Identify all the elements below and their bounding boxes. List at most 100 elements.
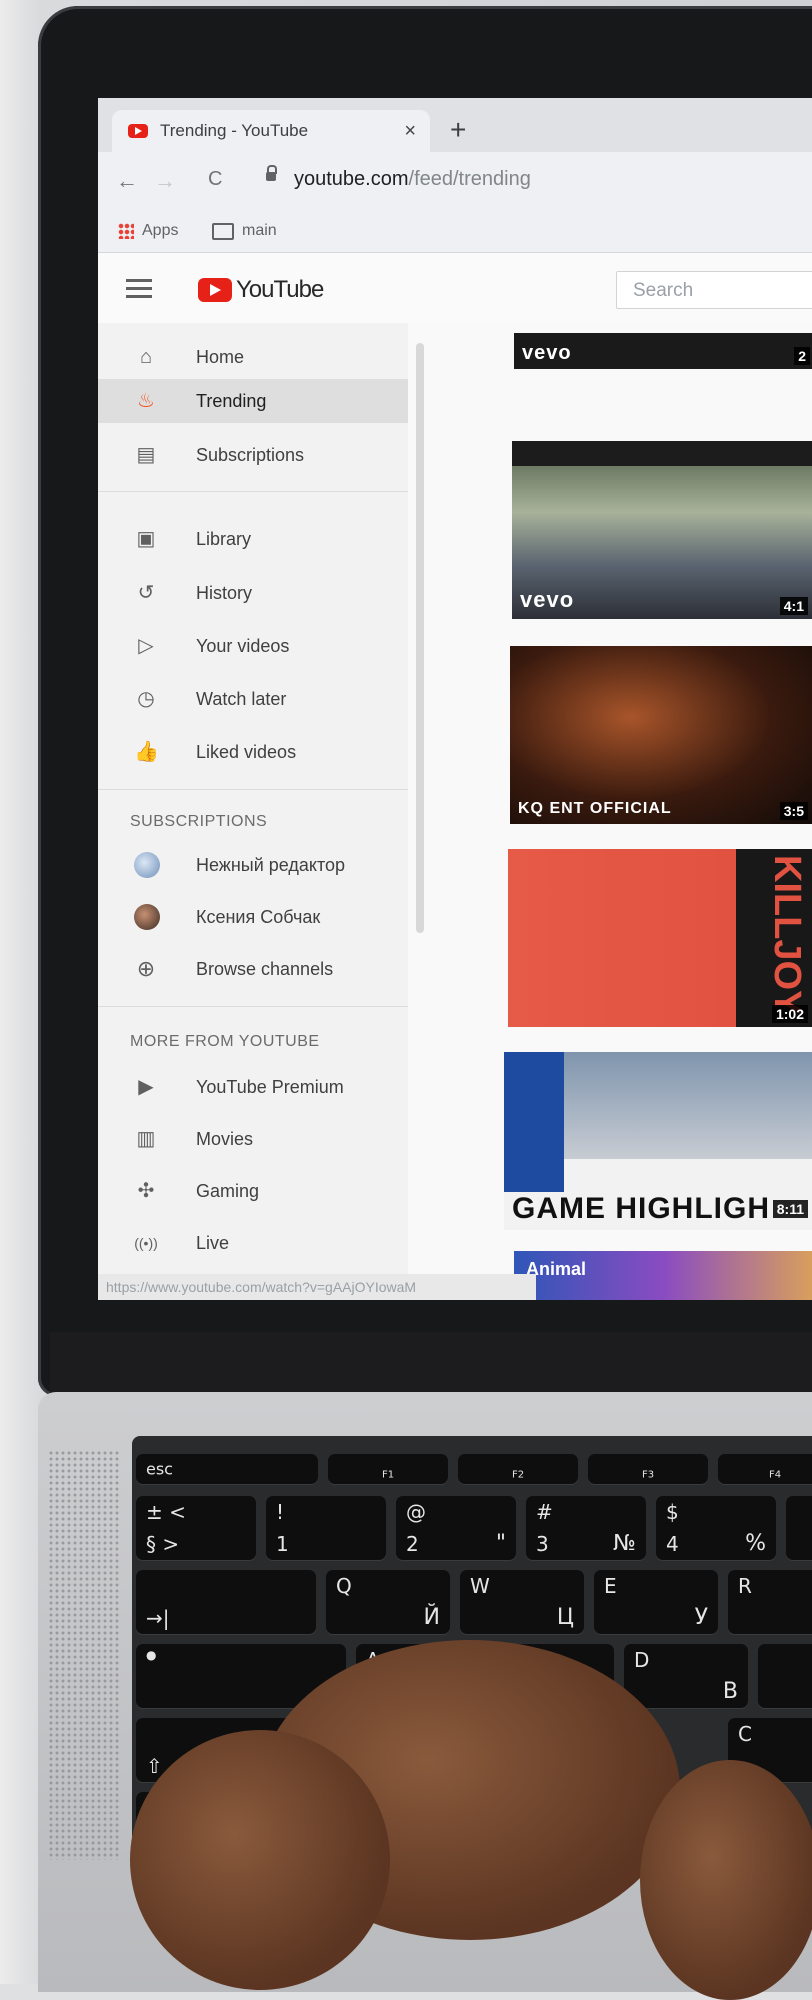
f3-key[interactable]: F3	[588, 1454, 708, 1484]
key-2[interactable]: @2 "	[396, 1496, 516, 1560]
bookmark-main[interactable]: main	[212, 222, 277, 240]
browser-tab[interactable]: Trending - YouTube ×	[112, 110, 430, 152]
sidebar-item-subscription[interactable]: Ксения Собчак	[98, 895, 408, 939]
hand	[130, 1730, 390, 1990]
avatar	[134, 852, 160, 878]
sidebar-item-watch-later[interactable]: ◷ Watch later	[98, 677, 408, 721]
key-label: @	[406, 1500, 426, 1524]
key-q[interactable]: QЙ	[326, 1570, 450, 1634]
sidebar-item-label: Trending	[196, 390, 267, 411]
menu-icon[interactable]	[126, 279, 152, 303]
video-thumbnail[interactable]: vevo 4:1	[512, 441, 812, 619]
key-r[interactable]: R	[728, 1570, 812, 1634]
divider	[98, 1006, 408, 1007]
f4-key[interactable]: F4	[718, 1454, 812, 1484]
key-label: 1	[276, 1532, 289, 1556]
section-key[interactable]: ± < § >	[136, 1496, 256, 1560]
back-arrow-icon[interactable]: ←	[116, 168, 138, 194]
key-label: 2	[406, 1532, 419, 1556]
subscriptions-heading: SUBSCRIPTIONS	[130, 813, 268, 830]
sidebar-item-label: Your videos	[196, 635, 290, 656]
search-input[interactable]: Search	[616, 271, 812, 309]
video-thumbnail[interactable]: vevo 2	[514, 333, 812, 369]
url-field[interactable]: youtube.com/feed/trending	[294, 168, 531, 191]
apps-grid-icon	[118, 223, 134, 239]
key-label: D	[634, 1648, 650, 1672]
sidebar-item-label: Watch later	[196, 688, 287, 709]
shift-arrow-icon: ⇧	[146, 1754, 163, 1778]
youtube-logo[interactable]: YouTube	[198, 276, 324, 304]
youtube-play-icon	[198, 278, 232, 302]
key-label: Q	[336, 1574, 352, 1598]
key-label: 4	[666, 1532, 679, 1556]
key-d[interactable]: DВ	[624, 1644, 748, 1708]
divider	[98, 789, 408, 790]
lock-icon	[266, 165, 277, 181]
status-bar-url: https://www.youtube.com/watch?v=gAAjOYIo…	[98, 1274, 536, 1300]
laptop-screen: Trending - YouTube × + ← → C youtube.com…	[98, 98, 812, 1300]
key-label: C	[738, 1722, 752, 1746]
key-label: "	[495, 1531, 506, 1556]
key-3[interactable]: #3 №	[526, 1496, 646, 1560]
sidebar-item-label: Ксения Собчак	[196, 906, 321, 927]
f2-key[interactable]: F2	[458, 1454, 578, 1484]
key-label: F4	[768, 1469, 782, 1481]
video-thumbnail[interactable]: Animal	[514, 1251, 812, 1300]
sidebar-item-gaming[interactable]: ✣ Gaming	[98, 1169, 408, 1213]
key-1[interactable]: ! 1	[266, 1496, 386, 1560]
thumbs-up-icon: 👍	[134, 741, 159, 763]
sidebar-scrollbar[interactable]	[416, 343, 424, 933]
live-icon: ((•))	[134, 1235, 158, 1251]
sidebar-item-label: Live	[196, 1232, 230, 1253]
key-e[interactable]: EУ	[594, 1570, 718, 1634]
home-icon: ⌂	[139, 346, 153, 368]
sidebar-item-label: History	[196, 582, 253, 603]
guide-sidebar: ⌂ Home ♨ Trending ▤ Subscriptions ▣ Libr…	[98, 323, 408, 1300]
tab-title: Trending - YouTube	[160, 121, 309, 140]
key-w[interactable]: WЦ	[460, 1570, 584, 1634]
youtube-favicon-icon	[128, 124, 148, 138]
tab-close-icon[interactable]: ×	[404, 120, 416, 143]
forward-arrow-icon[interactable]: →	[154, 168, 176, 194]
duration-badge: 3:5	[779, 802, 808, 820]
sidebar-item-youtube-premium[interactable]: ▶ YouTube Premium	[98, 1065, 408, 1109]
key-4[interactable]: $4%	[656, 1496, 776, 1560]
vevo-label: vevo	[520, 587, 575, 612]
video-thumbnail[interactable]: GAME HIGHLIGH 8:11	[504, 1052, 812, 1230]
new-tab-button[interactable]: +	[450, 114, 466, 146]
avatar	[134, 904, 160, 930]
divider	[98, 491, 408, 492]
browser-tab-strip: Trending - YouTube × +	[98, 98, 812, 152]
sidebar-item-library[interactable]: ▣ Library	[98, 517, 408, 561]
key-label: У	[694, 1605, 708, 1630]
sidebar-item-liked-videos[interactable]: 👍 Liked videos	[98, 730, 408, 774]
bookmark-apps-label: Apps	[142, 222, 179, 239]
speaker-grille	[48, 1450, 120, 1860]
gamepad-icon: ✣	[137, 1180, 155, 1202]
sidebar-item-browse-channels[interactable]: ⊕ Browse channels	[98, 947, 408, 991]
key-label: В	[722, 1679, 738, 1704]
folder-icon	[212, 222, 234, 240]
sidebar-item-subscription[interactable]: Нежный редактор	[98, 843, 408, 887]
key-f[interactable]	[758, 1644, 812, 1708]
url-path: /feed/trending	[408, 168, 531, 190]
key-label: F1	[381, 1469, 395, 1481]
video-thumbnail[interactable]: KQ ENT OFFICIAL 3:5	[510, 646, 812, 824]
sidebar-item-movies[interactable]: ▥ Movies	[98, 1117, 408, 1161]
sidebar-item-home[interactable]: ⌂ Home	[98, 335, 408, 379]
sidebar-item-subscriptions[interactable]: ▤ Subscriptions	[98, 433, 408, 477]
video-thumbnail[interactable]: KILLJOY 1:02	[508, 849, 812, 1027]
youtube-header: YouTube Search	[98, 253, 812, 323]
f1-key[interactable]: F1	[328, 1454, 448, 1484]
sidebar-item-live[interactable]: ((•)) Live	[98, 1221, 408, 1265]
tab-key[interactable]: →|	[136, 1570, 316, 1634]
sidebar-item-label: Home	[196, 346, 245, 367]
esc-key[interactable]: esc	[136, 1454, 318, 1484]
reload-icon[interactable]: C	[208, 168, 222, 191]
sidebar-item-your-videos[interactable]: ▷ Your videos	[98, 624, 408, 668]
key-label: W	[470, 1574, 490, 1598]
key-5[interactable]	[786, 1496, 812, 1560]
sidebar-item-trending[interactable]: ♨ Trending	[98, 379, 408, 423]
bookmark-apps[interactable]: Apps	[118, 222, 178, 240]
sidebar-item-history[interactable]: ↺ History	[98, 571, 408, 615]
